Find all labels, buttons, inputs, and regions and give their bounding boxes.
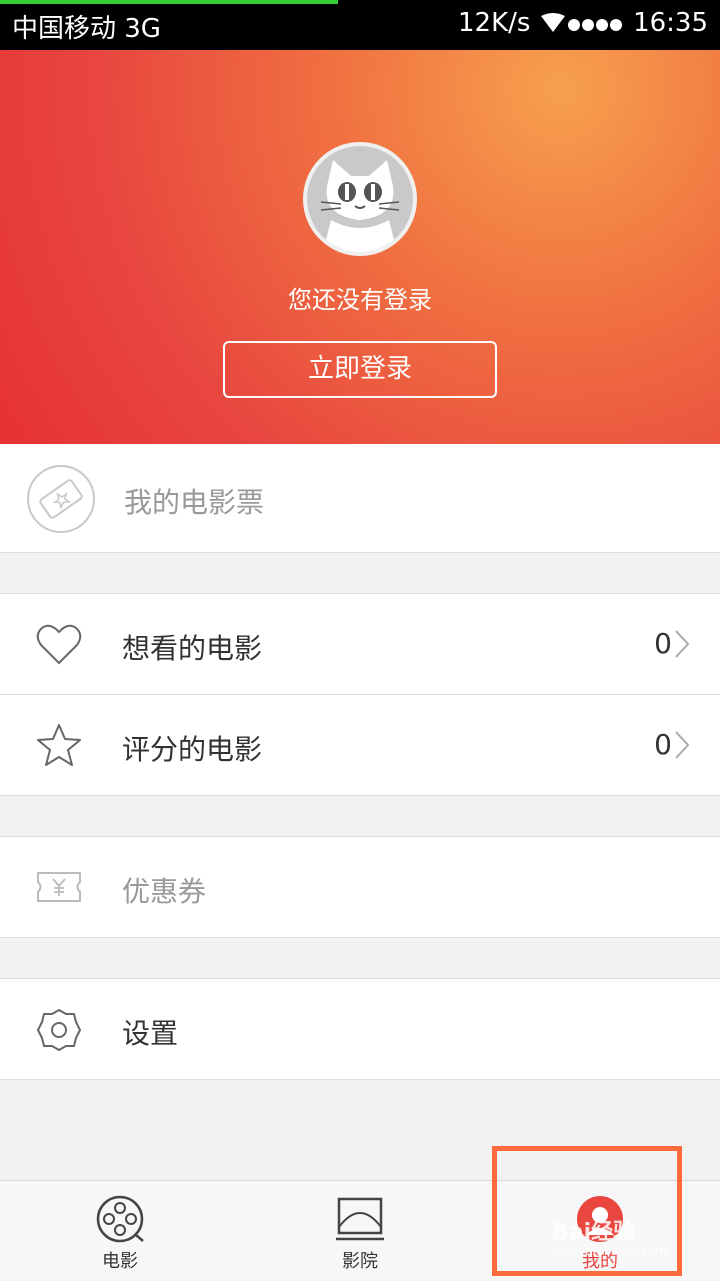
want-to-watch-count: 0 [654,627,672,660]
signal-icon [568,19,622,31]
settings-label: 设置 [122,1017,179,1050]
coupon-yen-icon [37,872,81,902]
my-tickets-row[interactable]: 我的电影票 [0,444,720,553]
tab-movies[interactable]: 电影 [0,1181,240,1281]
network-speed: 12K/s [458,8,531,38]
want-to-watch-label: 想看的电影 [122,632,263,665]
ticket-star-icon [27,465,95,533]
heart-icon [36,624,82,665]
not-logged-in-text: 您还没有登录 [288,286,432,314]
watermark-brand: Bai经验 [552,1220,636,1245]
tab-movies-label: 电影 [102,1251,138,1272]
want-to-watch-row[interactable]: 想看的电影 0 [0,593,720,695]
rated-movies-row[interactable]: 评分的电影 0 [0,694,720,796]
my-tickets-label: 我的电影票 [124,486,265,519]
carrier-label: 中国移动 3G [12,14,161,44]
avatar[interactable] [303,142,417,256]
star-icon [37,724,81,766]
login-button[interactable]: 立即登录 [223,341,497,398]
gear-icon [37,1009,81,1051]
coupons-label: 优惠券 [122,875,207,908]
status-bar: 中国移动 3G 12K/s 16:35 [0,0,720,50]
tab-cinemas-label: 影院 [342,1251,378,1272]
clock: 16:35 [633,8,708,38]
profile-header: 您还没有登录 立即登录 [0,50,720,444]
watermark-url: jingyan.baidu.com [556,1244,667,1258]
chevron-right-icon [675,630,690,658]
cinema-screen-icon [336,1197,384,1241]
page-load-progress [0,0,338,4]
settings-row[interactable]: 设置 [0,978,720,1080]
rated-movies-count: 0 [654,728,672,761]
tab-cinemas[interactable]: 影院 [240,1181,480,1281]
wifi-icon [541,13,565,32]
cat-avatar-icon [307,146,413,252]
rated-movies-label: 评分的电影 [122,733,263,766]
chevron-right-icon [675,731,690,759]
coupons-row[interactable]: 优惠券 [0,836,720,938]
film-reel-icon [96,1195,144,1243]
